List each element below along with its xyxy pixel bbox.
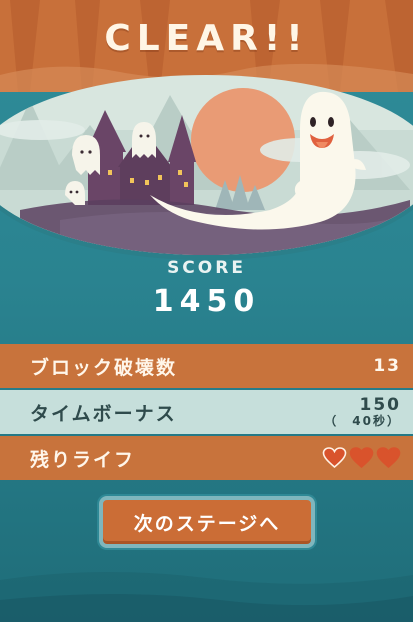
next-stage-button[interactable]: 次のステージへ xyxy=(99,496,315,548)
heart-icon xyxy=(322,447,347,469)
bottom-decoration xyxy=(0,571,413,622)
time-bonus-values: 150 （ 40秒） xyxy=(324,396,401,428)
score-value: 1450 xyxy=(152,284,261,319)
stage-clear-illustration xyxy=(0,75,413,260)
blocks-destroyed-row: ブロック破壊数 13 xyxy=(0,344,413,388)
heart-icon xyxy=(376,447,401,469)
remaining-life-label: 残りライフ xyxy=(30,448,136,471)
time-bonus-seconds: （ 40秒） xyxy=(324,413,401,428)
time-bonus-label: タイムボーナス xyxy=(30,402,177,425)
heart-icon xyxy=(349,447,374,469)
score-label: SCORE xyxy=(167,258,246,278)
blocks-destroyed-value: 13 xyxy=(373,356,401,376)
time-bonus-row: タイムボーナス 150 （ 40秒） xyxy=(0,390,413,434)
time-bonus-value: 150 xyxy=(359,395,401,416)
clear-title: CLEAR!! xyxy=(104,18,309,59)
remaining-life-row: 残りライフ xyxy=(0,436,413,480)
life-hearts xyxy=(322,447,401,469)
blocks-destroyed-label: ブロック破壊数 xyxy=(30,356,178,379)
